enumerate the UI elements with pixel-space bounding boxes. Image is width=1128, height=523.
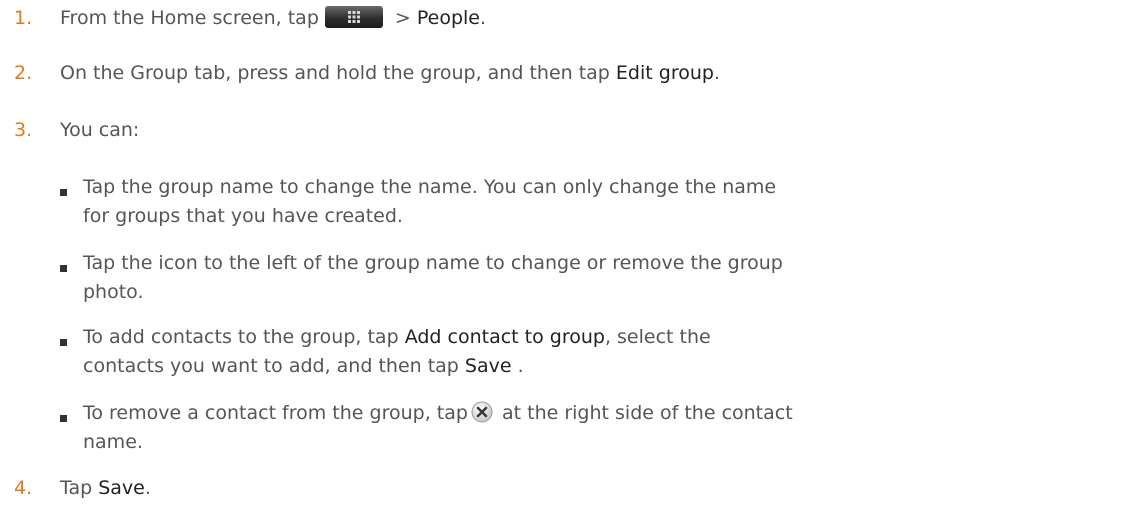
step-number: 3. — [14, 119, 33, 141]
bullet-marker — [60, 415, 67, 422]
step-text: From the Home screen, tap > People. — [60, 1, 486, 35]
bullet-marker — [60, 189, 67, 196]
step-number: 1. — [14, 7, 33, 29]
step-text: Tap Save. — [60, 471, 151, 505]
step-text: You can: — [60, 119, 140, 141]
add-contact-to-group-label: Add contact to group — [404, 326, 605, 348]
step-1: 1. From the Home screen, tap > People. — [0, 1, 1120, 35]
bullet-text-after: . — [511, 355, 524, 377]
bullet-line: Tap the group name to change the name. Y… — [83, 176, 777, 198]
bullet-text-after: at the right side of the contact — [495, 402, 793, 424]
bullet-text: Tap the group name to change the name. Y… — [83, 173, 1063, 231]
step-text-end: . — [144, 477, 151, 499]
save-label: Save — [98, 477, 145, 499]
bullet-marker — [60, 265, 67, 272]
step-3: 3. You can: — [0, 113, 1120, 147]
bullet-text-before: To add contacts to the group, tap — [83, 326, 405, 348]
bullet-text: Tap the icon to the left of the group na… — [83, 249, 1063, 307]
bullet-line: for groups that you have created. — [83, 205, 403, 227]
bullet-text: To remove a contact from the group, tap … — [83, 399, 1063, 457]
bullet-line: contacts you want to add, and then tap S… — [83, 352, 1063, 381]
bullet-marker — [60, 339, 67, 346]
step-text-before: Tap — [60, 477, 99, 499]
step-text-before: From the Home screen, tap — [60, 7, 319, 29]
bullet-line: name. — [83, 431, 143, 453]
save-label: Save — [464, 355, 512, 377]
step-text-end: . — [713, 62, 720, 84]
bullet-text-after: , select the — [604, 326, 711, 348]
bullet-line: Tap the icon to the left of the group na… — [83, 252, 783, 274]
all-apps-icon — [324, 5, 383, 28]
step-text-end: . — [480, 7, 487, 29]
remove-icon — [471, 401, 493, 422]
step-text-after: > — [388, 7, 417, 29]
bullet-line: To remove a contact from the group, tap … — [83, 399, 1063, 428]
bullet-text-before: To remove a contact from the group, tap — [83, 402, 468, 424]
bullet-text-before: contacts you want to add, and then tap — [83, 355, 465, 377]
step-2: 2. On the Group tab, press and hold the … — [0, 56, 1120, 90]
step-text: On the Group tab, press and hold the gro… — [60, 56, 720, 90]
step-number: 4. — [14, 477, 33, 499]
bullet-text: To add contacts to the group, tap Add co… — [83, 323, 1063, 381]
edit-group-label: Edit group — [615, 62, 714, 84]
step-4: 4. Tap Save. — [0, 471, 1120, 505]
bullet-line: photo. — [83, 281, 144, 303]
step-text-before: On the Group tab, press and hold the gro… — [60, 62, 616, 84]
step-number: 2. — [14, 62, 33, 84]
bullet-line: To add contacts to the group, tap Add co… — [83, 323, 1063, 352]
people-label: People — [416, 7, 480, 29]
